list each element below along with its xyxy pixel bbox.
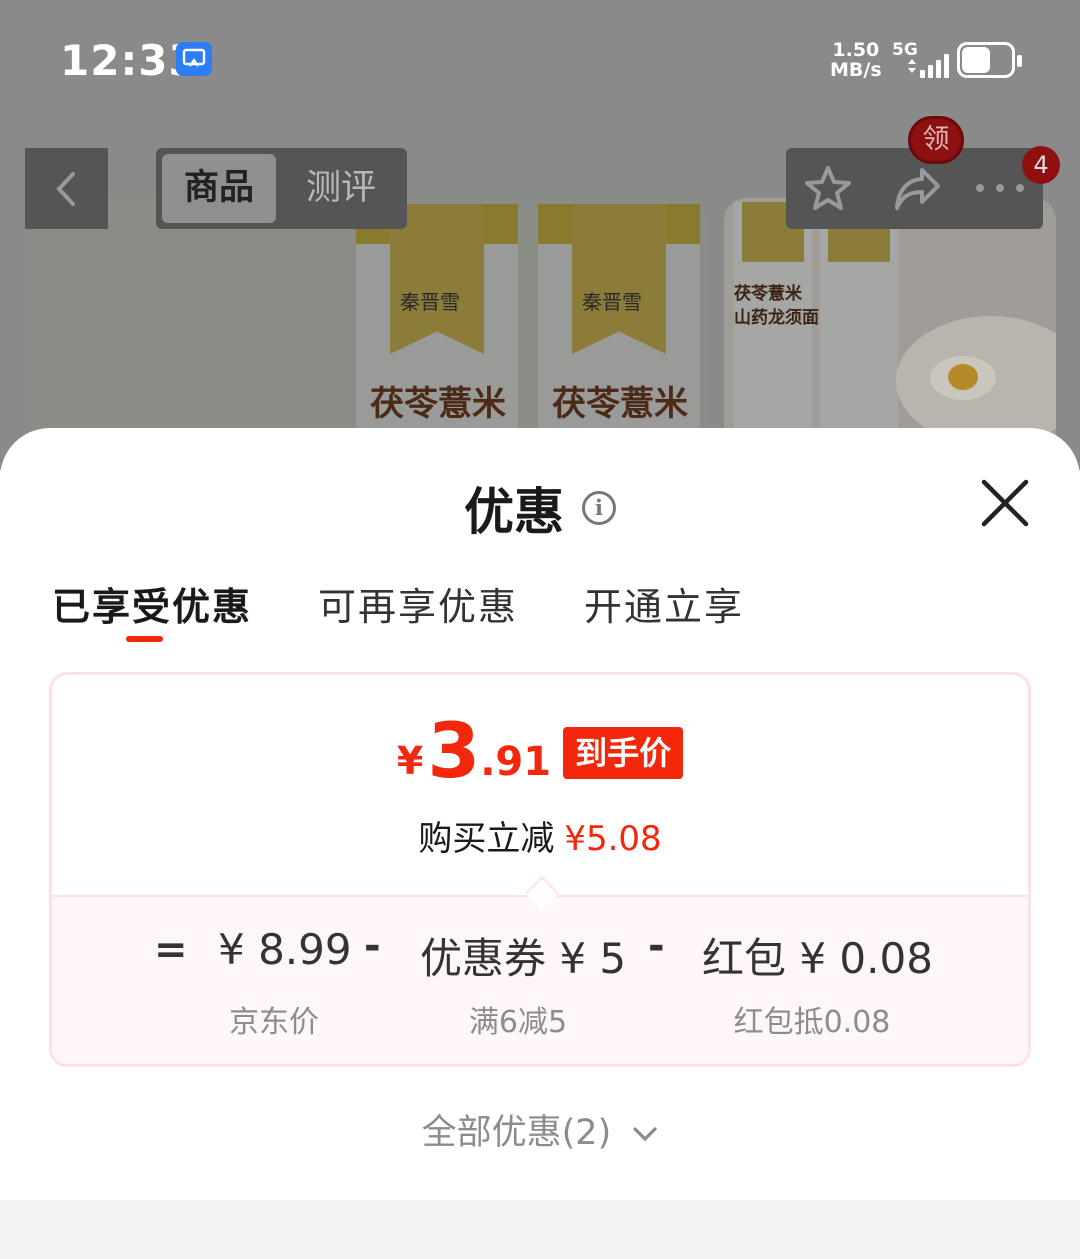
- final-price-tag: 到手价: [563, 727, 684, 779]
- info-icon[interactable]: i: [582, 491, 616, 525]
- coupon-discount: 优惠券 ¥ 5: [420, 934, 627, 983]
- saving-label: 购买立减: [418, 819, 555, 859]
- product-name: 茯苓薏米: [370, 384, 506, 424]
- tab-enjoyed-offers[interactable]: 已享受优惠: [52, 576, 252, 631]
- price-integer: 3: [427, 706, 481, 795]
- product-package: [820, 202, 898, 462]
- star-icon[interactable]: [802, 164, 854, 214]
- final-price: ¥ 3 .91 到手价: [52, 713, 1028, 789]
- tab-more-offers[interactable]: 可再享优惠: [318, 576, 518, 631]
- active-tab-indicator: [126, 636, 163, 642]
- price-decimal: .91: [480, 739, 552, 785]
- base-price: ¥ 8.99: [218, 925, 352, 974]
- status-bar: 12:33 1.50 MB/s 5G: [0, 0, 1080, 110]
- tab-review[interactable]: 测评: [284, 154, 398, 223]
- product-actions: [786, 148, 1043, 229]
- minus-sign: -: [648, 923, 665, 969]
- share-icon[interactable]: [892, 164, 944, 214]
- chevron-left-icon: [56, 172, 75, 206]
- offers-sheet: 优惠 i 已享受优惠 可再享优惠 开通立享 ¥ 3 .91 到手价 购买立减 ¥5…: [0, 428, 1080, 1200]
- product-tab-switch: 商品 测评: [156, 148, 407, 229]
- sheet-title-text: 优惠: [464, 483, 564, 541]
- back-button[interactable]: [25, 148, 108, 229]
- offer-tabs: 已享受优惠 可再享优惠 开通立享: [0, 576, 1080, 646]
- currency-symbol: ¥: [396, 739, 424, 783]
- redpacket-condition: 红包抵0.08: [733, 1005, 891, 1040]
- screen-cast-icon: [176, 42, 212, 76]
- price-breakdown: = ¥ 8.99 - 优惠券 ¥ 5 - 红包 ¥ 0.08 京东价 满6减5 …: [52, 895, 1028, 1064]
- minus-sign: -: [364, 923, 381, 969]
- final-price-card: ¥ 3 .91 到手价 购买立减 ¥5.08 = ¥ 8.99 - 优惠券 ¥ 5…: [49, 672, 1031, 1067]
- chevron-down-icon: [633, 1127, 657, 1142]
- base-price-label: 京东价: [229, 1005, 319, 1040]
- product-brand: 秦晋雪: [400, 290, 460, 314]
- sheet-title: 优惠 i: [0, 472, 1080, 544]
- tab-goods[interactable]: 商品: [162, 154, 276, 223]
- signal-icon: [908, 54, 949, 78]
- saving-text: 购买立减 ¥5.08: [52, 811, 1028, 860]
- redpacket-discount: 红包 ¥ 0.08: [702, 934, 933, 983]
- coupon-claim-badge[interactable]: 领: [908, 116, 964, 164]
- coupon-condition: 满6减5: [468, 1005, 568, 1040]
- tab-activate-offers[interactable]: 开通立享: [584, 576, 744, 631]
- product-name-secondary: 茯苓薏米 山药龙须面: [734, 284, 819, 328]
- more-icon[interactable]: [972, 178, 1028, 198]
- product-package: [734, 202, 812, 462]
- cart-count-badge: 4: [1022, 146, 1060, 184]
- saving-amount: ¥5.08: [564, 819, 662, 859]
- bottom-area: [0, 1200, 1080, 1259]
- close-icon[interactable]: [980, 478, 1030, 528]
- all-offers-label: 全部优惠(2): [421, 1113, 612, 1153]
- product-brand: 秦晋雪: [582, 290, 642, 314]
- network-speed: 1.50 MB/s: [830, 39, 882, 81]
- equals-sign: =: [154, 927, 188, 973]
- all-offers-toggle[interactable]: 全部优惠(2): [0, 1104, 1080, 1155]
- battery-icon: [957, 42, 1022, 78]
- product-name: 茯苓薏米: [552, 384, 688, 424]
